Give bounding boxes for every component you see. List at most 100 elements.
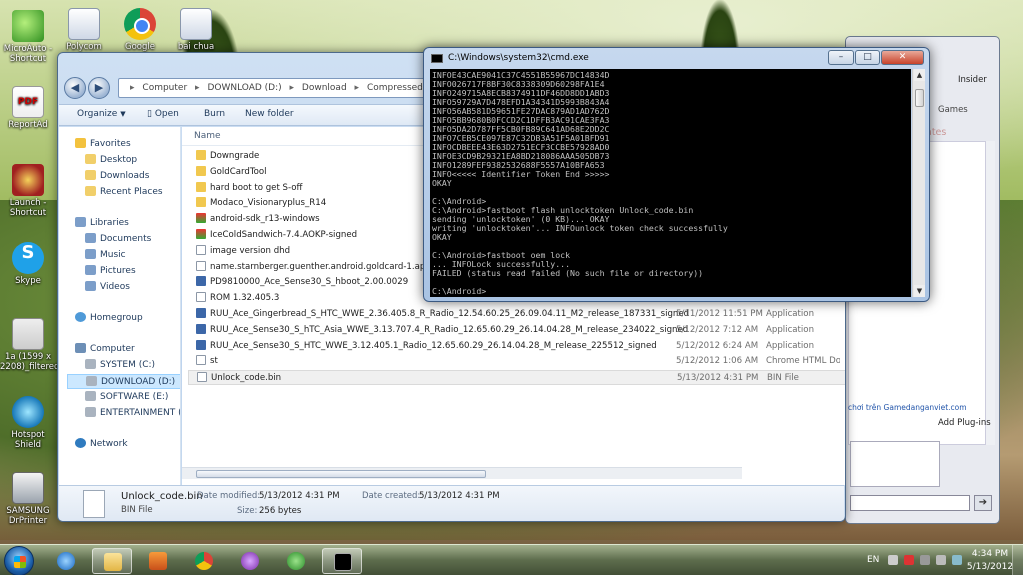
- file-row[interactable]: Unlock_code.bin 5/13/2012 4:31 PM BIN File: [188, 370, 845, 386]
- cmd-title: C:\Windows\system32\cmd.exe: [448, 53, 589, 63]
- language-indicator[interactable]: EN: [867, 555, 879, 565]
- folder-icon: [196, 165, 206, 176]
- cmd-vertical-scrollbar[interactable]: ▲ ▼: [912, 69, 925, 297]
- nav-drive-c[interactable]: SYSTEM (C:): [85, 358, 180, 373]
- nav-label: Music: [100, 250, 126, 260]
- start-button[interactable]: [4, 546, 34, 575]
- nav-favorites[interactable]: Favorites: [75, 137, 180, 152]
- clock-date[interactable]: 5/13/2012: [965, 562, 1015, 572]
- computer-icon: [75, 343, 86, 353]
- taskbar-network-app[interactable]: [276, 548, 316, 574]
- nav-recent-places[interactable]: Recent Places: [85, 185, 180, 200]
- console-line: OKAY: [432, 232, 452, 242]
- desktop-icon-report[interactable]: ReportAd: [0, 86, 56, 130]
- nav-drive-d[interactable]: DOWNLOAD (D:): [67, 374, 180, 389]
- nav-drive-e[interactable]: SOFTWARE (E:): [85, 390, 180, 405]
- browser-input[interactable]: [850, 495, 970, 511]
- nav-label: Favorites: [90, 139, 131, 149]
- file-row[interactable]: RUU_Ace_Sense30_S_HTC_WWE_3.12.405.1_Rad…: [188, 339, 845, 354]
- network-tray-icon[interactable]: [920, 555, 930, 565]
- browser-tab-insider[interactable]: Insider: [958, 75, 987, 85]
- organize-button[interactable]: Organize ▼: [77, 109, 126, 119]
- minimize-button[interactable]: –: [828, 50, 854, 65]
- nav-drive-f[interactable]: ENTERTAINMENT (F: [85, 406, 180, 421]
- browser-games-link[interactable]: Games: [938, 105, 968, 115]
- horizontal-scrollbar[interactable]: [182, 467, 742, 479]
- maximize-button[interactable]: □: [855, 50, 880, 65]
- file-name: Unlock_code.bin: [211, 373, 282, 384]
- forward-button[interactable]: ▶: [88, 77, 110, 99]
- scrollbar-thumb[interactable]: [196, 470, 486, 478]
- desktop-icon-bai-chua[interactable]: bai chua: [168, 8, 224, 52]
- file-icon: [196, 260, 206, 271]
- nav-documents[interactable]: Documents: [85, 232, 180, 247]
- details-created-label: Date created:: [362, 491, 421, 501]
- file-row[interactable]: RUU_Ace_Gingerbread_S_HTC_WWE_2.36.405.8…: [188, 307, 845, 322]
- taskbar-messenger[interactable]: [230, 548, 270, 574]
- open-button[interactable]: ▯ Open: [147, 109, 179, 119]
- nav-computer[interactable]: Computer: [75, 342, 180, 357]
- nav-downloads[interactable]: Downloads: [85, 169, 180, 184]
- file-type: Application: [766, 309, 815, 319]
- nav-pictures[interactable]: Pictures: [85, 264, 180, 279]
- close-button[interactable]: ✕: [881, 50, 924, 65]
- details-file-name: Unlock_code.bin: [121, 491, 203, 502]
- folder-icon: ▸: [130, 83, 135, 93]
- chevron-down-icon: ▼: [120, 110, 126, 118]
- nav-music[interactable]: Music: [85, 248, 180, 263]
- desktop-icon-launch[interactable]: Launch - Shortcut: [0, 164, 56, 218]
- desktop-icon-polycom[interactable]: Polycom: [56, 8, 112, 52]
- nav-desktop[interactable]: Desktop: [85, 153, 180, 168]
- browser-go-button[interactable]: ➔: [974, 495, 992, 511]
- new-folder-button[interactable]: New folder: [245, 109, 294, 119]
- breadcrumb-item[interactable]: Download: [302, 83, 347, 93]
- tray-app-icon[interactable]: [952, 555, 962, 565]
- microauto-icon: [12, 10, 44, 42]
- cmd-window[interactable]: C:\Windows\system32\cmd.exe – □ ✕ INFOE4…: [423, 47, 930, 302]
- console-line: INFO59729A7D478EFD1A34341D5993B843A4: [432, 97, 610, 107]
- show-hidden-icons-icon[interactable]: [888, 555, 898, 565]
- browser-scrollbar[interactable]: [985, 141, 995, 445]
- browser-text-area[interactable]: [850, 441, 940, 487]
- scrollbar-thumb[interactable]: [915, 89, 924, 107]
- file-type: Chrome HTML Do...: [766, 356, 840, 367]
- volume-icon[interactable]: [936, 555, 946, 565]
- taskbar-ie[interactable]: [46, 548, 86, 574]
- drive-icon: [86, 376, 97, 386]
- cmd-console-output[interactable]: INFOE43CAE9041C37C4551B55967DC14834D INFO…: [430, 69, 911, 297]
- taskbar-cmd[interactable]: [322, 548, 362, 574]
- desktop-icon-samsung-printer[interactable]: SAMSUNG DrPrinter: [0, 472, 56, 526]
- breadcrumb-item[interactable]: Compressed: [367, 83, 423, 93]
- action-center-icon[interactable]: [904, 555, 914, 565]
- console-line: INFOE3CD9B29321EA8BD218086AAA505DB73: [432, 151, 610, 161]
- show-desktop-button[interactable]: [1012, 545, 1023, 575]
- desktop-icon-google[interactable]: Google: [112, 8, 168, 52]
- browser-game-link[interactable]: chơi trên Gamedanganviet.com: [848, 403, 967, 412]
- add-plugins-button[interactable]: Add Plug-ins: [938, 418, 991, 428]
- taskbar-chrome[interactable]: [184, 548, 224, 574]
- breadcrumb-item[interactable]: DOWNLOAD (D:): [207, 83, 281, 93]
- nav-network[interactable]: Network: [75, 437, 180, 452]
- nav-videos[interactable]: Videos: [85, 280, 180, 295]
- console-line: INFOE43CAE9041C37C4551B55967DC14834D: [432, 70, 610, 80]
- column-header-name[interactable]: Name: [194, 131, 221, 141]
- scroll-down-arrow-icon[interactable]: ▼: [914, 285, 925, 297]
- back-button[interactable]: ◀: [64, 77, 86, 99]
- desktop-icon-skype[interactable]: Skype: [0, 242, 56, 286]
- file-row[interactable]: RUU_Ace_Sense30_S_hTC_Asia_WWE_3.13.707.…: [188, 323, 845, 338]
- desktop-icon-microauto[interactable]: MicroAuto - Shortcut: [0, 10, 56, 64]
- address-bar[interactable]: ▸ Computer ▸ DOWNLOAD (D:) ▸ Download ▸ …: [118, 78, 428, 98]
- file-row[interactable]: st 5/12/2012 1:06 AM Chrome HTML Do...: [188, 354, 845, 369]
- taskbar-media-player[interactable]: [138, 548, 178, 574]
- nav-homegroup[interactable]: Homegroup: [75, 311, 180, 326]
- desktop-icon-hotspot-shield[interactable]: Hotspot Shield: [0, 396, 56, 450]
- taskbar-explorer[interactable]: [92, 548, 132, 574]
- console-line: INFO<<<<< Identifier Token End >>>>>: [432, 169, 610, 179]
- clock-time[interactable]: 4:34 PM: [970, 549, 1010, 559]
- burn-button[interactable]: Burn: [204, 109, 225, 119]
- desktop-icon-image[interactable]: 1a (1599 x 2208)_filtered: [0, 318, 59, 372]
- nav-libraries[interactable]: Libraries: [75, 216, 180, 231]
- breadcrumb-item[interactable]: Computer: [142, 83, 187, 93]
- nav-label: Libraries: [90, 218, 129, 228]
- scroll-up-arrow-icon[interactable]: ▲: [914, 69, 925, 81]
